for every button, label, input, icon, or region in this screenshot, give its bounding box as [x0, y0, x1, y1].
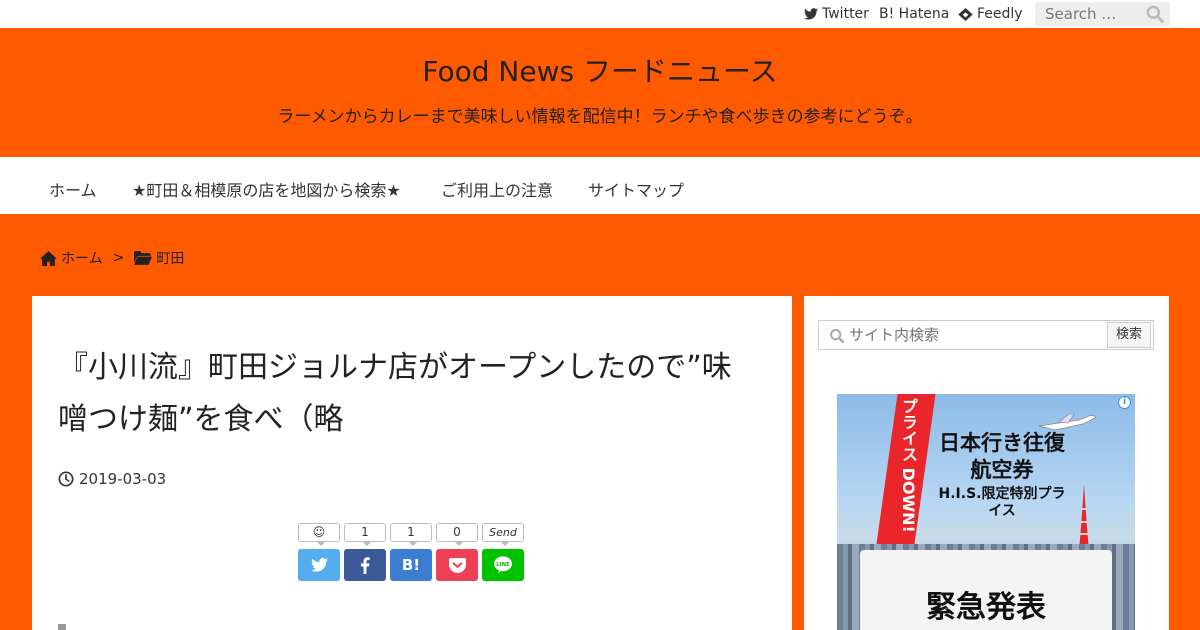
pocket-icon — [448, 557, 466, 573]
global-nav: ホーム ★町田＆相模原の店を地図から検索★ ご利用上の注意 サイトマップ — [0, 157, 1200, 214]
site-search-form: 検索 — [818, 320, 1154, 350]
breadcrumb-home[interactable]: ホーム — [61, 248, 103, 268]
line-icon: LINE — [494, 556, 512, 574]
svg-text:LINE: LINE — [496, 562, 510, 568]
share-count-line: Send — [482, 523, 524, 546]
share-count-hatena: 1 — [390, 523, 432, 546]
advertisement-banner[interactable]: プライス DOWN! 日本行き往復航空券 H.I.S.限定特別プライス 緊急発表… — [837, 394, 1135, 630]
ad-choices-icon[interactable]: i — [1118, 396, 1131, 409]
article-card: 『小川流』町田ジョルナ店がオープンしたので”味噌つけ麺”を食べ（略 2019-0… — [32, 296, 792, 630]
sidebar: 検索 プライス DOWN! 日本行き往復航空券 H.I.S.限定特別プライス 緊… — [804, 296, 1169, 630]
ad-ribbon-text: プライス DOWN! — [899, 398, 918, 533]
header-search-input[interactable] — [1035, 2, 1135, 26]
facebook-icon — [361, 556, 370, 574]
ad-subline: H.I.S.限定特別プライス — [938, 486, 1066, 519]
share-line-button[interactable]: LINE — [482, 549, 524, 581]
twitter-follow-link[interactable]: Twitter — [804, 6, 869, 22]
breadcrumb-separator: > — [112, 250, 125, 266]
share-twitter-button[interactable] — [298, 549, 340, 581]
share-line: Send LINE — [482, 523, 524, 581]
nav-item-home[interactable]: ホーム — [49, 177, 97, 201]
share-twitter: ☺ — [298, 523, 340, 581]
share-pocket: 0 — [436, 523, 478, 581]
clock-icon — [58, 471, 74, 487]
article-date: 2019-03-03 — [58, 470, 166, 488]
feedly-icon — [958, 7, 973, 21]
hatena-follow-label: B! Hatena — [879, 6, 950, 22]
share-pocket-button[interactable] — [436, 549, 478, 581]
share-hatena: 1 B! — [390, 523, 432, 581]
top-bar: Twitter B! Hatena Feedly — [0, 0, 1200, 28]
hatena-icon: B! — [401, 556, 421, 574]
twitter-follow-label: Twitter — [822, 6, 869, 22]
site-title[interactable]: Food News フードニュース — [0, 50, 1200, 90]
share-count-pocket: 0 — [436, 523, 478, 546]
article-title: 『小川流』町田ジョルナ店がオープンしたので”味噌つけ麺”を食べ（略 — [58, 350, 732, 437]
header-search-form — [1035, 2, 1170, 26]
folder-open-icon — [134, 251, 153, 265]
share-count-facebook: 1 — [344, 523, 386, 546]
ad-card: 緊急発表 — [860, 550, 1112, 630]
share-facebook-button[interactable] — [344, 549, 386, 581]
ad-card-text: 緊急発表 — [926, 590, 1046, 625]
nav-item-map-search[interactable]: ★町田＆相模原の店を地図から検索★ — [132, 177, 401, 201]
feedly-follow-label: Feedly — [977, 6, 1023, 22]
breadcrumb: ホーム > 町田 — [40, 248, 184, 268]
site-search-input[interactable] — [849, 321, 1099, 349]
hatena-follow-link[interactable]: B! Hatena — [879, 6, 949, 22]
breadcrumb-category[interactable]: 町田 — [156, 248, 184, 268]
feedly-follow-link[interactable]: Feedly — [958, 6, 1023, 22]
site-search-button[interactable]: 検索 — [1107, 322, 1151, 348]
share-facebook: 1 — [344, 523, 386, 581]
nav-item-sitemap[interactable]: サイトマップ — [588, 177, 684, 201]
site-tagline: ラーメンからカレーまで美味しい情報を配信中！ランチや食べ歩きの参考にどうぞ。 — [277, 107, 923, 127]
twitter-icon — [804, 8, 818, 20]
site-header: Food News フードニュース ラーメンからカレーまで美味しい情報を配信中！… — [0, 28, 1200, 157]
article-date-text: 2019-03-03 — [79, 470, 167, 488]
search-icon — [830, 329, 845, 344]
share-count-twitter: ☺ — [298, 523, 340, 546]
share-hatena-button[interactable]: B! — [390, 549, 432, 581]
list-bullet — [58, 624, 66, 630]
twitter-icon — [310, 558, 328, 572]
ad-headline: 日本行き往復航空券 — [939, 431, 1065, 482]
home-icon — [40, 250, 57, 266]
search-icon[interactable] — [1144, 4, 1166, 24]
nav-item-notice[interactable]: ご利用上の注意 — [441, 177, 553, 201]
